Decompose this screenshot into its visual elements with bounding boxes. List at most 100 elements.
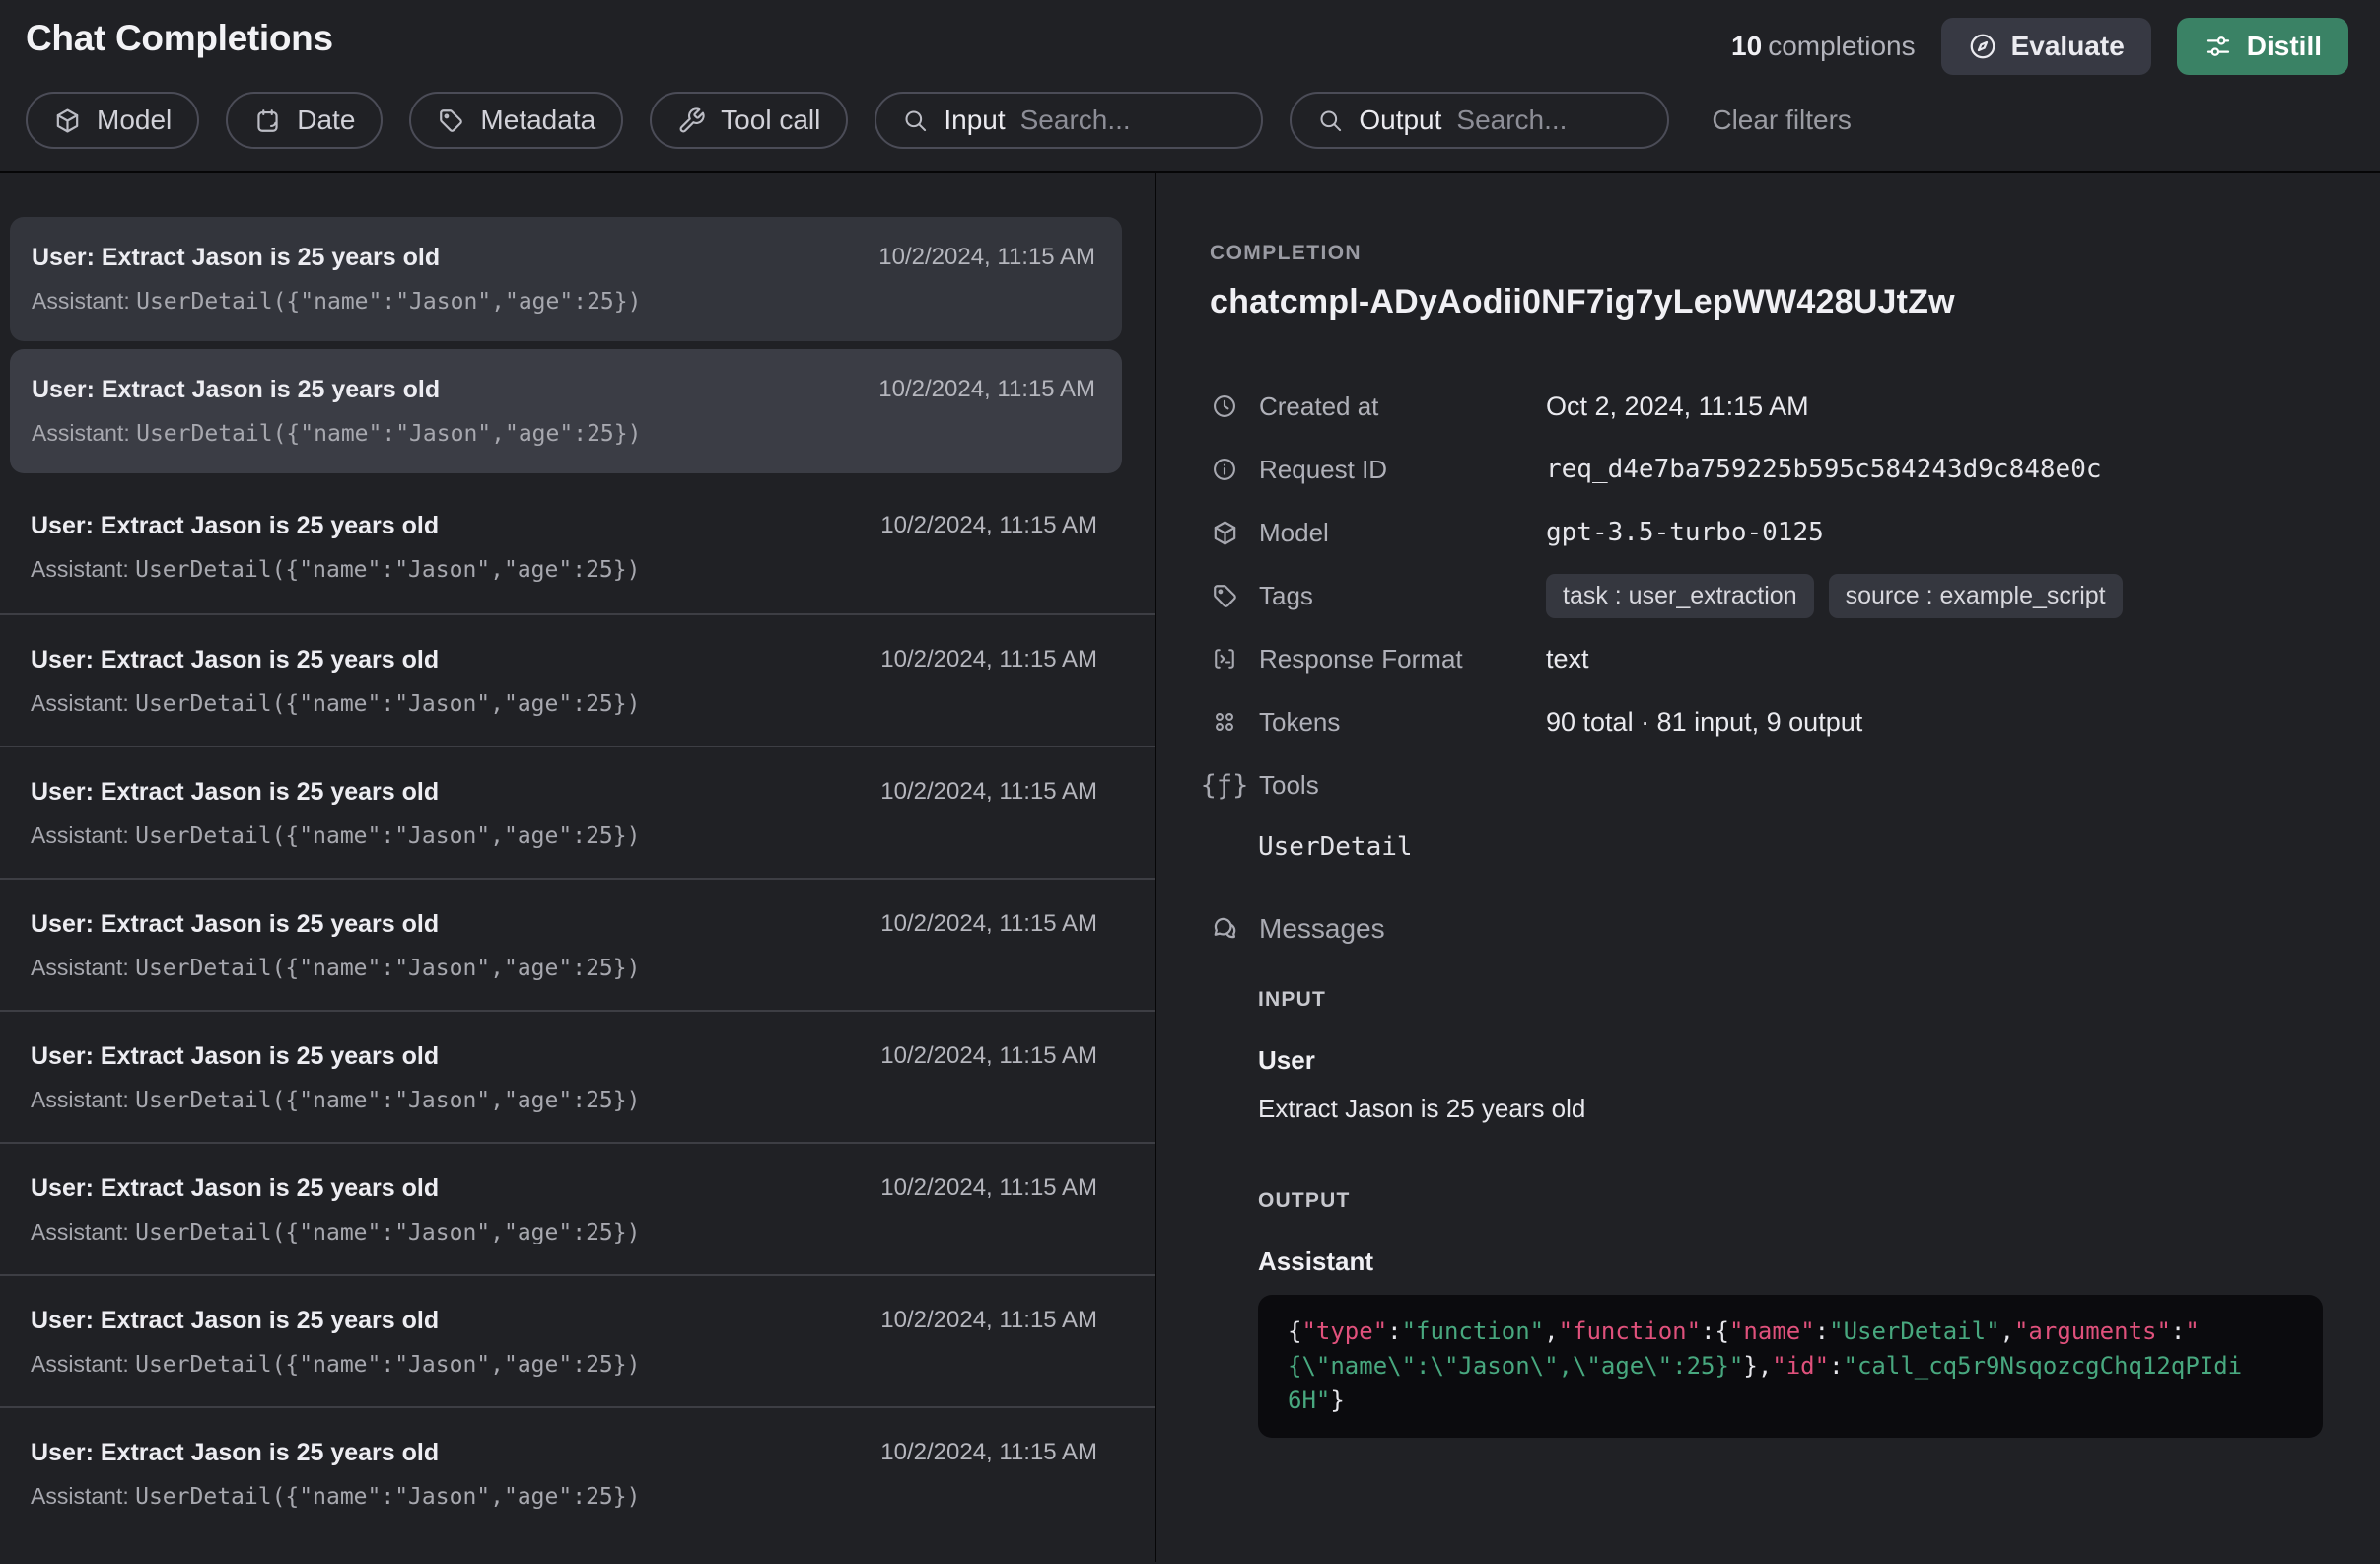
- tag-chips: task : user_extraction source : example_s…: [1546, 574, 2123, 618]
- clear-filters-button[interactable]: Clear filters: [1712, 105, 1852, 136]
- evaluate-button-label: Evaluate: [2011, 31, 2125, 62]
- tag-chip: source : example_script: [1829, 574, 2123, 618]
- search-placeholder: Search...: [1020, 105, 1131, 136]
- meta-label: Request ID: [1259, 455, 1546, 485]
- completion-list-item[interactable]: User: Extract Jason is 25 years oldAssis…: [0, 613, 1155, 746]
- completion-list-item[interactable]: User: Extract Jason is 25 years oldAssis…: [0, 1274, 1155, 1406]
- completion-detail-panel: COMPLETION chatcmpl-ADyAodii0NF7ig7yLepW…: [1156, 173, 2380, 1562]
- meta-value: Oct 2, 2024, 11:15 AM: [1546, 391, 1809, 422]
- distill-button-label: Distill: [2247, 31, 2322, 62]
- filter-pill-label: Model: [97, 105, 172, 136]
- filter-pill-label: Date: [297, 105, 355, 136]
- completion-id: chatcmpl-ADyAodii0NF7ig7yLepWW428UJtZw: [1210, 283, 2341, 321]
- list-item-timestamp: 10/2/2024, 11:15 AM: [880, 1042, 1097, 1070]
- page-header: Chat Completions 10completions Evaluate …: [0, 0, 2380, 173]
- meta-row-response-format: Response Formattext: [1210, 627, 2341, 690]
- meta-label: Tags: [1259, 581, 1546, 611]
- completion-metadata: Created atOct 2, 2024, 11:15 AMRequest I…: [1210, 375, 2341, 817]
- completion-list-item[interactable]: User: Extract Jason is 25 years oldAssis…: [10, 349, 1122, 473]
- list-item-assistant-text: Assistant: UserDetail({"name":"Jason","a…: [31, 955, 1097, 981]
- completion-list-item[interactable]: User: Extract Jason is 25 years oldAssis…: [0, 481, 1155, 613]
- completion-list-item[interactable]: User: Extract Jason is 25 years oldAssis…: [0, 878, 1155, 1010]
- header-actions: 10completions Evaluate Distill: [1731, 18, 2354, 75]
- braces-fn-icon: {ƒ}: [1210, 770, 1239, 801]
- tag-icon: [437, 107, 465, 135]
- list-item-assistant-text: Assistant: UserDetail({"name":"Jason","a…: [31, 1483, 1097, 1510]
- filter-bar: Model Date Metadata Tool call Input Search...…: [26, 92, 2354, 149]
- cube-icon: [1210, 519, 1239, 547]
- completion-list-item[interactable]: User: Extract Jason is 25 years oldAssis…: [0, 1406, 1155, 1538]
- assistant-tool-call-code: {"type":"function","function":{"name":"U…: [1258, 1295, 2323, 1438]
- compass-icon: [1968, 32, 1997, 61]
- list-item-timestamp: 10/2/2024, 11:15 AM: [880, 1439, 1097, 1466]
- tool-name: UserDetail: [1258, 832, 2341, 862]
- search-icon: [902, 107, 929, 134]
- list-item-timestamp: 10/2/2024, 11:15 AM: [880, 1307, 1097, 1334]
- distill-button[interactable]: Distill: [2177, 18, 2348, 75]
- list-item-assistant-text: Assistant: UserDetail({"name":"Jason","a…: [32, 288, 1095, 315]
- tag-chip: task : user_extraction: [1546, 574, 1814, 618]
- tag-icon: [1210, 582, 1239, 610]
- sliders-icon: [2204, 32, 2233, 61]
- completion-list-item[interactable]: User: Extract Jason is 25 years oldAssis…: [0, 1142, 1155, 1274]
- meta-row-request-id: Request IDreq_d4e7ba759225b595c584243d9c…: [1210, 438, 2341, 501]
- list-item-timestamp: 10/2/2024, 11:15 AM: [880, 512, 1097, 539]
- completions-list: User: Extract Jason is 25 years oldAssis…: [0, 173, 1156, 1562]
- meta-label: Model: [1259, 518, 1546, 548]
- list-item-timestamp: 10/2/2024, 11:15 AM: [878, 244, 1095, 271]
- meta-value: req_d4e7ba759225b595c584243d9c848e0c: [1546, 455, 2102, 484]
- meta-value: 90 total · 81 input, 9 output: [1546, 707, 1862, 738]
- chat-completions-page: Chat Completions 10completions Evaluate …: [0, 0, 2380, 1564]
- output-heading: OUTPUT: [1258, 1189, 2341, 1213]
- completions-count-label: completions: [1768, 31, 1915, 61]
- meta-label: Tools: [1259, 770, 1546, 801]
- completion-section-label: COMPLETION: [1210, 242, 2341, 265]
- cube-icon: [53, 107, 82, 135]
- evaluate-button[interactable]: Evaluate: [1941, 18, 2151, 75]
- list-item-assistant-text: Assistant: UserDetail({"name":"Jason","a…: [31, 1087, 1097, 1113]
- list-item-assistant-text: Assistant: UserDetail({"name":"Jason","a…: [31, 1219, 1097, 1245]
- search-icon: [1317, 107, 1344, 134]
- meta-row-tokens: Tokens90 total · 81 input, 9 output: [1210, 690, 2341, 753]
- completion-list-item[interactable]: User: Extract Jason is 25 years oldAssis…: [0, 746, 1155, 878]
- wrench-icon: [677, 107, 706, 135]
- grid-dots-icon: [1210, 708, 1239, 736]
- filter-pill-tool-call[interactable]: Tool call: [650, 92, 848, 149]
- output-search-input[interactable]: Output Search...: [1290, 92, 1669, 149]
- completion-list-item[interactable]: User: Extract Jason is 25 years oldAssis…: [0, 1010, 1155, 1142]
- tools-list: UserDetail: [1258, 832, 2341, 862]
- meta-value: text: [1546, 644, 1589, 675]
- filter-pill-metadata[interactable]: Metadata: [409, 92, 623, 149]
- input-message-content: Extract Jason is 25 years old: [1258, 1094, 2341, 1124]
- list-item-timestamp: 10/2/2024, 11:15 AM: [880, 778, 1097, 806]
- list-item-assistant-text: Assistant: UserDetail({"name":"Jason","a…: [31, 690, 1097, 717]
- output-message-block: OUTPUT Assistant {"type":"function","fun…: [1258, 1189, 2341, 1438]
- calendar-icon: [253, 107, 282, 135]
- filter-pill-label: Metadata: [480, 105, 595, 136]
- filter-pill-label: Tool call: [721, 105, 820, 136]
- meta-row-tools: {ƒ} Tools: [1210, 753, 2341, 817]
- meta-value: gpt-3.5-turbo-0125: [1546, 518, 1824, 547]
- list-item-timestamp: 10/2/2024, 11:15 AM: [878, 376, 1095, 403]
- main-content: User: Extract Jason is 25 years oldAssis…: [0, 173, 2380, 1562]
- list-item-assistant-text: Assistant: UserDetail({"name":"Jason","a…: [32, 420, 1095, 447]
- meta-label: Tokens: [1259, 707, 1546, 738]
- list-item-timestamp: 10/2/2024, 11:15 AM: [880, 646, 1097, 674]
- meta-row-tags: Tagstask : user_extraction source : examp…: [1210, 564, 2341, 627]
- input-message-block: INPUT User Extract Jason is 25 years old: [1258, 988, 2341, 1124]
- filter-pill-model[interactable]: Model: [26, 92, 199, 149]
- list-item-assistant-text: Assistant: UserDetail({"name":"Jason","a…: [31, 822, 1097, 849]
- meta-row-model: Modelgpt-3.5-turbo-0125: [1210, 501, 2341, 564]
- search-placeholder: Search...: [1456, 105, 1567, 136]
- search-field-label: Input: [944, 105, 1005, 136]
- input-search-input[interactable]: Input Search...: [875, 92, 1263, 149]
- list-item-timestamp: 10/2/2024, 11:15 AM: [880, 1174, 1097, 1202]
- filter-pill-date[interactable]: Date: [226, 92, 383, 149]
- meta-label: Response Format: [1259, 644, 1546, 675]
- info-icon: [1210, 456, 1239, 483]
- completion-list-item[interactable]: User: Extract Jason is 25 years oldAssis…: [10, 217, 1122, 341]
- list-item-assistant-text: Assistant: UserDetail({"name":"Jason","a…: [31, 556, 1097, 583]
- search-field-label: Output: [1359, 105, 1441, 136]
- list-item-assistant-text: Assistant: UserDetail({"name":"Jason","a…: [31, 1351, 1097, 1378]
- chat-bubbles-icon: [1210, 914, 1239, 944]
